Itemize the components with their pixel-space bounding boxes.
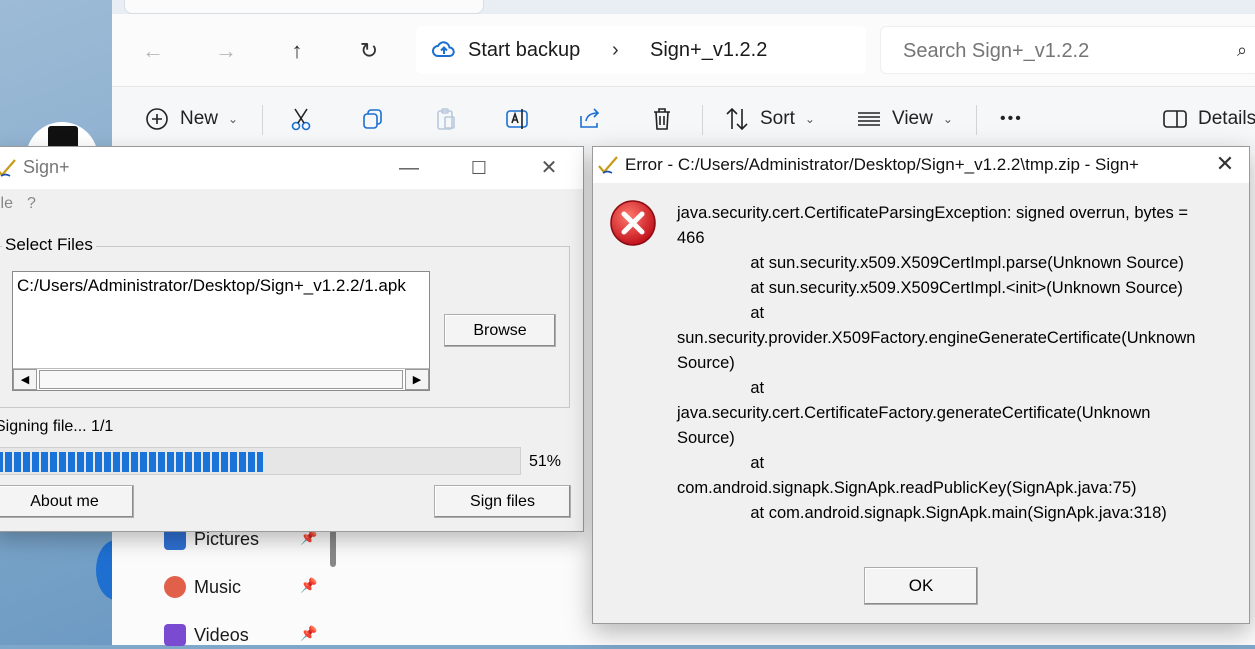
- progress-bar: [0, 447, 521, 475]
- videos-icon: [164, 624, 186, 646]
- group-label: Select Files: [2, 235, 96, 255]
- error-dialog: Error - C:/Users/Administrator/Desktop/S…: [592, 146, 1250, 624]
- scroll-left-icon[interactable]: ◀: [13, 369, 37, 390]
- nav-item-label: Videos: [194, 624, 249, 645]
- forward-arrow-icon[interactable]: →: [211, 36, 241, 66]
- signing-status: Signing file... 1/1: [0, 418, 114, 435]
- search-box[interactable]: ⌕: [880, 26, 1255, 74]
- delete-button[interactable]: [649, 103, 675, 135]
- chevron-down-icon: ⌄: [804, 112, 815, 126]
- nav-item-label: Music: [194, 576, 242, 597]
- maximize-icon[interactable]: ☐: [457, 153, 501, 183]
- breadcrumb-current[interactable]: Sign+_v1.2.2: [650, 38, 767, 62]
- scroll-right-icon[interactable]: ▶: [405, 369, 429, 390]
- sign-plus-window: Sign+ — ☐ ✕ ile ? Select Files C:/Users/…: [0, 146, 584, 532]
- explorer-tab-strip: [112, 0, 1255, 14]
- toolbar-divider: [976, 105, 977, 135]
- browse-button[interactable]: Browse: [444, 314, 556, 347]
- details-label: Details: [1198, 108, 1255, 129]
- error-dialog-titlebar[interactable]: Error - C:/Users/Administrator/Desktop/S…: [593, 147, 1249, 183]
- nav-item-music[interactable]: Music: [164, 573, 241, 601]
- details-button[interactable]: Details: [1162, 103, 1255, 135]
- progress-bar-fill: [0, 452, 264, 472]
- toolbar-divider: [702, 105, 703, 135]
- signature-pen-icon: [598, 156, 618, 174]
- sign-menu-bar: ile ?: [0, 191, 583, 215]
- pin-icon[interactable]: 📌: [300, 577, 317, 594]
- back-arrow-icon[interactable]: ←: [138, 36, 168, 66]
- view-button[interactable]: View ⌄: [856, 103, 953, 135]
- view-label: View: [892, 108, 933, 129]
- progress-percent: 51%: [529, 453, 562, 470]
- rename-button[interactable]: [504, 103, 530, 135]
- paste-button[interactable]: [433, 103, 459, 135]
- explorer-command-bar: New ⌄ Sort ⌄ View ⌄ ••• Details: [112, 86, 1255, 150]
- new-label: New: [180, 108, 219, 129]
- sort-button[interactable]: Sort ⌄: [724, 103, 815, 135]
- ok-button[interactable]: OK: [864, 567, 978, 605]
- close-icon[interactable]: ✕: [1205, 149, 1245, 179]
- explorer-tab[interactable]: [124, 0, 484, 14]
- chevron-right-icon: ›: [612, 39, 619, 61]
- scrollbar-thumb[interactable]: [39, 370, 403, 389]
- up-arrow-icon[interactable]: ↑: [282, 36, 312, 66]
- chevron-down-icon: ⌄: [942, 112, 953, 126]
- search-input[interactable]: [901, 37, 1221, 65]
- error-dialog-title: Error - C:/Users/Administrator/Desktop/S…: [625, 155, 1139, 174]
- new-button[interactable]: New ⌄: [144, 103, 238, 135]
- copy-icon: [363, 109, 382, 129]
- close-icon[interactable]: ✕: [527, 153, 571, 183]
- navigation-pane: Pictures 📌 Music 📌 Videos 📌: [112, 525, 342, 646]
- minimize-icon[interactable]: —: [387, 153, 431, 183]
- view-list-icon: [858, 112, 880, 126]
- menu-help[interactable]: ?: [27, 195, 36, 213]
- toolbar-divider: [262, 105, 263, 135]
- menu-file[interactable]: ile: [0, 195, 13, 213]
- sign-window-titlebar[interactable]: Sign+ — ☐ ✕: [0, 147, 583, 189]
- share-button[interactable]: [577, 103, 603, 135]
- sort-icon: [726, 107, 748, 131]
- file-list-item[interactable]: C:/Users/Administrator/Desktop/Sign+_v1.…: [17, 276, 429, 296]
- explorer-nav-bar: ← → ↑ ↻ Start backup › Sign+_v1.2.2 ⌕: [112, 14, 1255, 86]
- about-me-button[interactable]: About me: [0, 485, 134, 518]
- pin-icon[interactable]: 📌: [300, 625, 317, 642]
- sort-label: Sort: [760, 108, 795, 129]
- error-icon: [610, 200, 656, 246]
- sign-window-title: Sign+: [23, 157, 70, 177]
- horizontal-scrollbar[interactable]: ◀ ▶: [13, 368, 429, 390]
- more-options-icon[interactable]: •••: [1000, 103, 1023, 135]
- signature-pen-icon: [0, 159, 16, 177]
- music-icon: [164, 576, 186, 598]
- refresh-icon[interactable]: ↻: [354, 36, 384, 66]
- chevron-down-icon: ⌄: [228, 112, 239, 126]
- copy-button[interactable]: [360, 103, 386, 135]
- clipboard-icon: [437, 108, 455, 130]
- cut-button[interactable]: [288, 103, 314, 135]
- trash-icon: [654, 108, 670, 130]
- plus-circle-icon: [146, 108, 168, 130]
- error-message: java.security.cert.CertificateParsingExc…: [677, 204, 1196, 522]
- details-pane-icon: [1163, 110, 1187, 128]
- scissors-icon: [291, 108, 311, 131]
- share-icon: [580, 108, 600, 128]
- address-bar[interactable]: Start backup › Sign+_v1.2.2: [416, 26, 866, 74]
- cloud-backup-icon: [432, 41, 455, 57]
- file-list[interactable]: C:/Users/Administrator/Desktop/Sign+_v1.…: [12, 271, 430, 391]
- breadcrumb-root[interactable]: Start backup: [468, 38, 580, 62]
- search-icon[interactable]: ⌕: [1237, 40, 1255, 62]
- sign-files-button[interactable]: Sign files: [434, 485, 571, 518]
- rename-icon: [506, 109, 528, 129]
